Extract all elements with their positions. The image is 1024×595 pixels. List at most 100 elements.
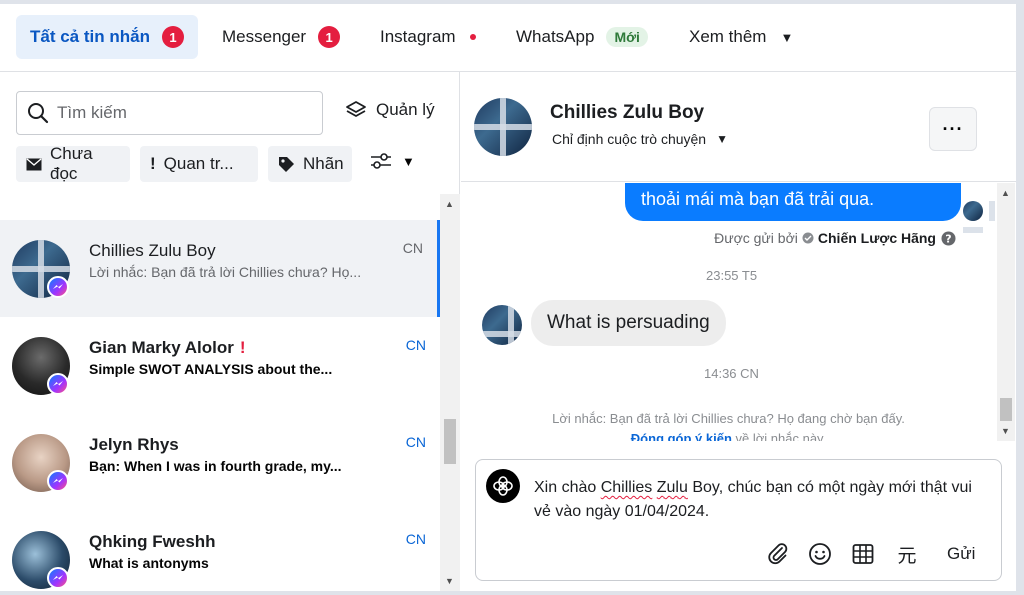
tab-label: WhatsApp — [516, 27, 595, 46]
tab-label: Instagram — [380, 27, 456, 46]
avatar — [482, 305, 522, 345]
send-button[interactable]: Gửi — [947, 544, 975, 564]
search-input[interactable] — [57, 103, 307, 123]
list-item[interactable]: Qhking Fweshh What is antonyms CN — [0, 511, 440, 591]
contact-name: Gian Marky Alolor — [89, 338, 234, 357]
scroll-up-arrow-icon[interactable]: ▲ — [445, 199, 454, 209]
filter-labels[interactable]: Nhãn — [268, 146, 352, 182]
inbox-tabs: Tất cả tin nhắn 1 Messenger 1 Instagram … — [0, 4, 1016, 72]
sender-name: Chiến Lược Hãng — [817, 230, 936, 246]
conversation-header: Chillies Zulu Boy Chỉ định cuộc trò chuy… — [461, 72, 1016, 182]
tab-instagram[interactable]: Instagram — [366, 15, 490, 59]
caret-down-icon: ▼ — [716, 132, 728, 146]
assign-conversation-dropdown[interactable]: Chỉ định cuộc trò chuyện ▼ — [552, 131, 728, 147]
sent-by-line: Được gửi bởi Chiến Lược Hãng ? — [714, 230, 956, 246]
unread-dot — [469, 34, 476, 40]
messenger-icon — [47, 470, 69, 492]
timestamp: 14:36 CN — [704, 366, 759, 381]
scroll-up-arrow-icon[interactable]: ▲ — [1001, 188, 1010, 198]
messenger-icon — [47, 567, 69, 589]
filter-unread[interactable]: Chưa đọc — [16, 144, 130, 183]
feedback-link[interactable]: Đóng góp ý kiến — [631, 431, 732, 441]
message-thread: thoải mái mà bạn đã trải qua. Được gửi b… — [461, 183, 996, 441]
ai-assistant-icon[interactable] — [486, 469, 520, 503]
new-badge: Mới — [606, 27, 648, 47]
conversation-panel: Chillies Zulu Boy Chỉ định cuộc trò chuy… — [461, 72, 1016, 591]
misspelled-word: Zulu — [656, 479, 688, 496]
search-box[interactable] — [16, 91, 323, 135]
outgoing-message-text: thoải mái mà bạn đã trải qua. — [641, 189, 875, 209]
manage-button[interactable]: Quản lý — [345, 100, 435, 120]
list-item[interactable]: Jelyn Rhys Bạn: When I was in fourth gra… — [0, 414, 440, 511]
message-snippet: Simple SWOT ANALYSIS about the... — [89, 361, 333, 377]
reply-reminder: Lời nhắc: Bạn đã trả lời Chillies chưa? … — [552, 411, 905, 426]
message-time: CN — [402, 240, 423, 256]
more-options-button[interactable]: ··· — [929, 107, 977, 151]
read-receipt-avatar — [963, 201, 995, 233]
scroll-down-arrow-icon[interactable]: ▼ — [1001, 426, 1010, 436]
filter-label: Nhãn — [303, 154, 344, 173]
unread-count-badge: 1 — [161, 26, 184, 48]
list-item[interactable]: Chillies Zulu Boy Lời nhắc: Bạn đã trả l… — [0, 220, 440, 317]
sent-by-prefix: Được gửi bởi — [714, 230, 798, 246]
filter-label: Chưa đọc — [50, 144, 93, 183]
conversation-sidebar: Quản lý Chưa đọc ! Quan tr... Nhãn — [0, 72, 460, 591]
tab-whatsapp[interactable]: WhatsApp Mới — [502, 15, 662, 59]
conversation-list-scrollbar[interactable]: ▲ ▼ — [440, 194, 460, 591]
warning-icon: ! — [239, 338, 246, 357]
inbox-app: Tất cả tin nhắn 1 Messenger 1 Instagram … — [0, 4, 1016, 591]
table-icon[interactable] — [849, 540, 877, 568]
draft-message[interactable]: Xin chào Chillies Zulu Boy, chúc bạn có … — [534, 476, 984, 524]
contact-name-row: Gian Marky Alolor! — [89, 338, 246, 358]
currency-icon[interactable]: 元 — [893, 540, 921, 568]
envelope-icon — [26, 157, 42, 171]
contact-name: Jelyn Rhys — [89, 435, 179, 454]
contact-name: Qhking Fweshh — [89, 532, 216, 551]
message-snippet: What is antonyms — [89, 555, 209, 571]
conversation-list: Chillies Zulu Boy Lời nhắc: Bạn đã trả l… — [0, 194, 440, 591]
assign-label: Chỉ định cuộc trò chuyện — [552, 131, 707, 147]
misspelled-word: Chillies — [600, 479, 653, 496]
unread-count-badge: 1 — [318, 26, 341, 48]
exclamation-icon: ! — [150, 154, 156, 173]
svg-text:?: ? — [945, 232, 951, 245]
check-circle-icon — [802, 232, 814, 244]
list-item[interactable] — [0, 194, 440, 211]
filter-options-button[interactable]: ▼ — [370, 152, 415, 170]
draft-text: Xin chào — [534, 479, 601, 496]
conversation-title: Chillies Zulu Boy — [550, 102, 705, 123]
search-icon — [28, 103, 49, 124]
messenger-icon — [47, 373, 69, 395]
caret-down-icon: ▼ — [780, 29, 794, 45]
tab-see-more[interactable]: Xem thêm ▼ — [675, 15, 807, 59]
timestamp: 23:55 T5 — [706, 268, 758, 283]
message-snippet: Bạn: When I was in fourth grade, my... — [89, 458, 342, 474]
messenger-icon — [47, 276, 69, 298]
tab-label: Xem thêm — [689, 27, 767, 46]
tab-messenger[interactable]: Messenger 1 — [208, 15, 354, 59]
filter-important[interactable]: ! Quan tr... — [140, 146, 258, 182]
emoji-icon[interactable] — [806, 540, 834, 568]
message-time: CN — [405, 531, 426, 547]
list-item[interactable]: Gian Marky Alolor! Simple SWOT ANALYSIS … — [0, 317, 440, 414]
tab-all-messages[interactable]: Tất cả tin nhắn 1 — [16, 15, 198, 59]
message-snippet: Lời nhắc: Bạn đã trả lời Chillies chưa? … — [89, 264, 362, 280]
caret-down-icon: ▼ — [402, 153, 415, 169]
manage-label: Quản lý — [376, 100, 435, 119]
sliders-icon — [371, 153, 391, 169]
scrollbar-thumb[interactable] — [1000, 398, 1012, 421]
reminder-feedback-text: về lời nhắc này. — [731, 431, 827, 441]
filter-label: Quan tr... — [163, 154, 234, 173]
help-icon[interactable]: ? — [941, 231, 956, 246]
message-composer[interactable]: Xin chào Chillies Zulu Boy, chúc bạn có … — [475, 459, 1002, 581]
tag-icon — [278, 156, 295, 173]
reminder-feedback-line: Đóng góp ý kiến về lời nhắc này. — [461, 431, 996, 441]
message-time: CN — [405, 337, 426, 353]
scroll-down-arrow-icon[interactable]: ▼ — [445, 576, 454, 586]
message-thread-scrollbar[interactable]: ▲ ▼ — [997, 183, 1015, 441]
layers-icon — [346, 101, 366, 117]
tab-label: Tất cả tin nhắn — [30, 27, 150, 46]
attach-icon[interactable] — [764, 540, 792, 568]
scrollbar-thumb[interactable] — [444, 419, 456, 464]
outgoing-message: thoải mái mà bạn đã trải qua. — [625, 183, 961, 221]
